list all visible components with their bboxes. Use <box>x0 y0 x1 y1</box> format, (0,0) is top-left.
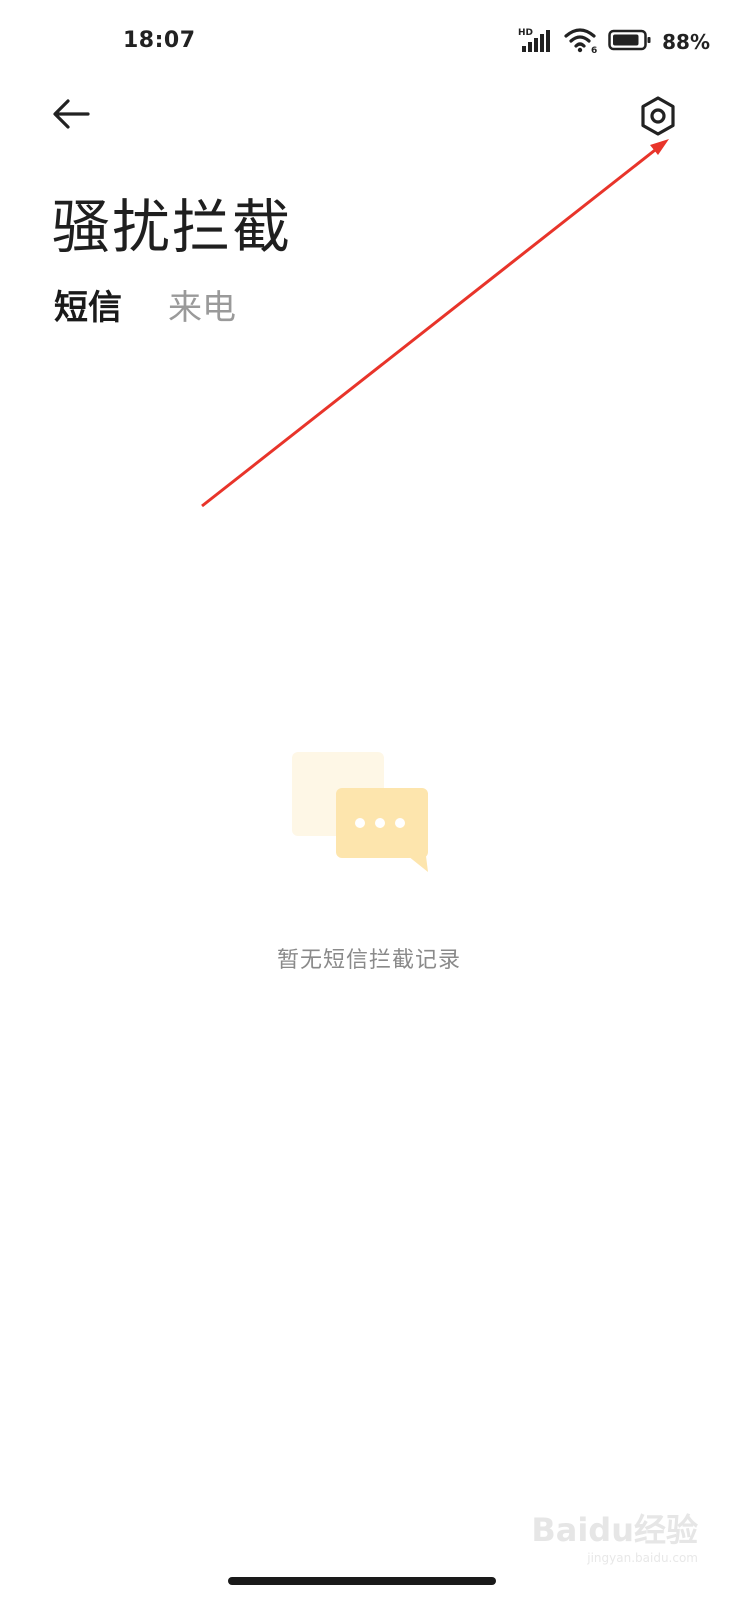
settings-button[interactable] <box>634 92 682 140</box>
network-label: HD <box>518 28 533 38</box>
arrow-left-icon <box>53 99 90 129</box>
tab-sms[interactable]: 短信 <box>54 280 122 329</box>
home-indicator[interactable] <box>228 1577 496 1585</box>
interception-screen: 18:07 HD 6 88% 骚扰拦截 短信 来电 暂无短信拦截记录 Baidu… <box>0 0 738 1600</box>
watermark-text: Baidu经验 <box>531 1511 698 1549</box>
baidu-watermark: Baidu经验 jingyan.baidu.com <box>531 1505 698 1565</box>
message-bubbles-icon <box>292 752 442 882</box>
status-time: 18:07 <box>123 28 196 53</box>
battery-percent: 88% <box>662 30 710 54</box>
gear-icon <box>641 96 675 136</box>
battery-icon <box>608 28 652 56</box>
status-bar: 18:07 HD 6 88% <box>0 0 738 84</box>
status-icons: HD 6 88% <box>518 26 710 58</box>
tab-bar: 短信 来电 <box>54 280 236 329</box>
cellular-signal-icon: HD <box>518 26 554 58</box>
page-title: 骚扰拦截 <box>52 193 293 261</box>
wifi-label: 6 <box>591 46 597 54</box>
wifi-icon: 6 <box>564 26 598 58</box>
back-button[interactable] <box>48 92 100 136</box>
watermark-subtext: jingyan.baidu.com <box>587 1551 698 1565</box>
empty-state-message: 暂无短信拦截记录 <box>276 948 461 973</box>
tab-calls[interactable]: 来电 <box>168 280 236 329</box>
